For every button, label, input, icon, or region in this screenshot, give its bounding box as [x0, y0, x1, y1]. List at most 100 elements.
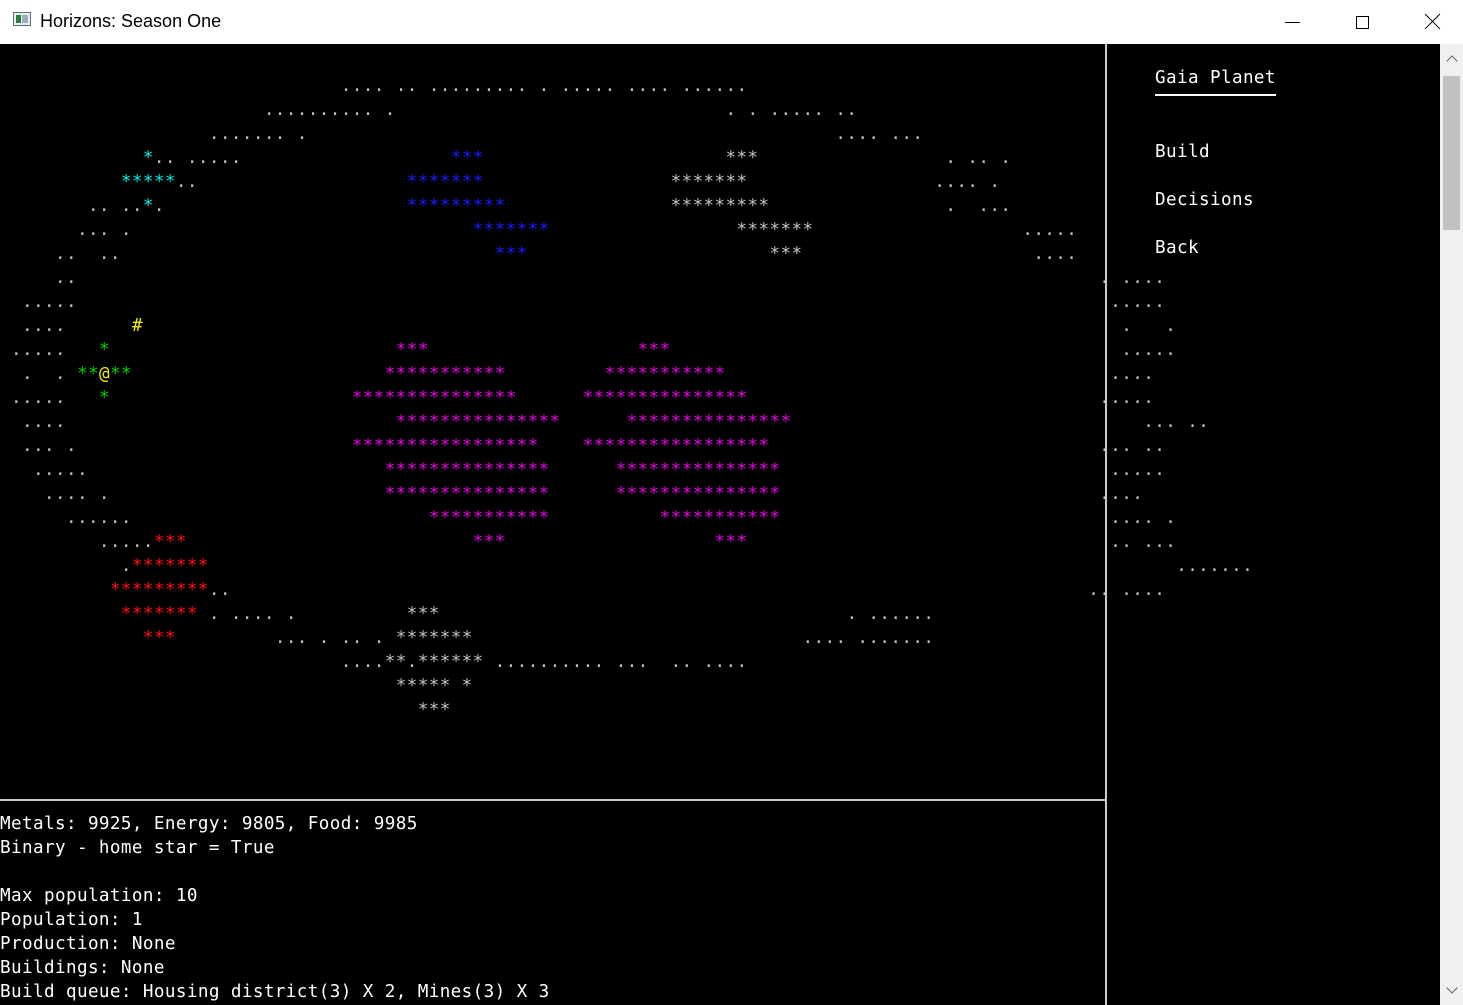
- map-row: ***: [0, 698, 451, 722]
- map-glyph-run: [66, 316, 132, 336]
- map-row: ..... *************** *************** ..…: [0, 458, 1165, 482]
- map-glyph-run: [66, 388, 99, 408]
- close-button[interactable]: [1397, 0, 1463, 44]
- production-line: Production: None: [0, 934, 176, 954]
- map-glyph-run: [517, 388, 583, 408]
- map-glyph-run: ....: [0, 412, 66, 432]
- map-glyph-run: #: [131, 316, 143, 336]
- map-glyph-run: . .. .: [758, 148, 1012, 168]
- map-glyph-run: *********: [109, 580, 209, 600]
- map-row: ..... * *************** *************** …: [0, 386, 1154, 410]
- map-glyph-run: **: [109, 364, 132, 384]
- menu-item-decisions[interactable]: Decisions: [1155, 190, 1254, 210]
- map-glyph-run: [132, 364, 385, 384]
- planet-info-panel: Metals: 9925, Energy: 9805, Food: 9985 B…: [0, 812, 1105, 1004]
- map-glyph-run: .. ....: [230, 580, 1166, 600]
- map-glyph-run: ***: [450, 148, 484, 168]
- buildings-line: Buildings: None: [0, 958, 165, 978]
- map-glyph-run: ***: [153, 532, 187, 552]
- vertical-scrollbar[interactable]: [1440, 44, 1463, 1005]
- map-row: .. . ....: [0, 266, 1165, 290]
- map-glyph-run: ***************: [395, 412, 561, 432]
- game-console: .... .. ......... . ..... .... ...... ..…: [0, 44, 1440, 1005]
- map-glyph-run: ..: [153, 148, 176, 168]
- map-row: ....... . .... ...: [0, 122, 923, 146]
- map-row: ....**.****** .......... ... .. ....: [0, 650, 748, 674]
- map-glyph-run: *******: [120, 604, 198, 624]
- map-glyph-run: . .: [142, 316, 1177, 336]
- max-population-line: Max population: 10: [0, 886, 198, 906]
- map-glyph-run: [165, 196, 407, 216]
- map-glyph-run: ***: [142, 628, 176, 648]
- map-glyph-run: [0, 148, 143, 168]
- map-glyph-run: ***: [714, 532, 748, 552]
- map-glyph-run: .. ...: [747, 532, 1177, 552]
- map-glyph-run: [0, 172, 121, 192]
- map-glyph-run: ***************: [384, 484, 550, 504]
- map-row: .... .. ......... . ..... .... ......: [0, 74, 747, 98]
- map-glyph-run: . .... .: [197, 604, 297, 624]
- close-icon: [1424, 14, 1440, 30]
- map-glyph-run: .....: [175, 148, 451, 168]
- map-glyph-run: .. ..: [0, 244, 121, 264]
- map-glyph-run: ..: [0, 268, 77, 288]
- population-line: Population: 1: [0, 910, 143, 930]
- map-glyph-run: ***************: [615, 460, 781, 480]
- map-glyph-run: ***********: [428, 508, 550, 528]
- map-glyph-run: ***************: [626, 412, 792, 432]
- menu-item-back[interactable]: Back: [1155, 238, 1199, 258]
- map-row: *** ... . .. . ******* .... .......: [0, 626, 934, 650]
- map-glyph-run: [132, 220, 473, 240]
- maximize-button[interactable]: [1327, 0, 1397, 44]
- map-row: *****.. ******* ******* .... .: [0, 170, 1000, 194]
- map-glyph-run: ... .: [0, 436, 77, 456]
- map-glyph-run: **.******: [384, 652, 484, 672]
- map-glyph-run: .: [0, 556, 132, 576]
- map-glyph-run: [484, 148, 726, 168]
- scroll-up-button[interactable]: [1440, 44, 1463, 74]
- map-glyph-run: . .: [0, 364, 66, 384]
- map-glyph-run: *******: [384, 628, 473, 648]
- map-glyph-run: .......: [208, 556, 1254, 576]
- map-glyph-run: [66, 412, 396, 432]
- map-row: ...... *********** *********** .... .: [0, 506, 1176, 530]
- map-glyph-run: [77, 436, 352, 456]
- map-glyph-run: [528, 244, 770, 264]
- map-glyph-run: *: [142, 196, 154, 216]
- map-glyph-run: .....: [0, 340, 66, 360]
- map-glyph-run: [484, 172, 671, 192]
- star-system-map: .... .. ......... . ..... .... ...... ..…: [0, 44, 1253, 799]
- scroll-down-button[interactable]: [1440, 975, 1463, 1005]
- map-menu-divider: [1105, 44, 1107, 1005]
- map-glyph-run: [506, 364, 605, 384]
- map-glyph-run: **: [76, 364, 99, 384]
- minimize-button[interactable]: [1257, 0, 1327, 44]
- map-glyph-run: .....: [0, 388, 66, 408]
- map-glyph-run: .......... . . . ..... ..: [0, 100, 858, 120]
- map-glyph-run: ***********: [604, 364, 726, 384]
- binary-star-line: Binary - home star = True: [0, 838, 275, 858]
- map-glyph-run: [539, 436, 583, 456]
- menu-item-build[interactable]: Build: [1155, 142, 1210, 162]
- map-glyph-run: [198, 172, 407, 192]
- map-glyph-run: .....: [0, 292, 77, 312]
- map-row: ..... * *** *** .....: [0, 338, 1176, 362]
- map-glyph-run: ***********: [659, 508, 781, 528]
- map-glyph-run: ....: [725, 364, 1155, 384]
- map-glyph-run: [297, 604, 407, 624]
- map-glyph-run: [550, 484, 616, 504]
- map-glyph-run: [66, 364, 77, 384]
- map-glyph-run: ....: [802, 244, 1078, 264]
- minimize-icon: [1284, 21, 1300, 23]
- map-glyph-run: .......... ... .. ....: [483, 652, 748, 672]
- map-glyph-run: [506, 196, 671, 216]
- map-glyph-run: ***: [472, 532, 506, 552]
- map-glyph-run: ... . .. .: [175, 628, 385, 648]
- map-glyph-run: ***: [494, 244, 528, 264]
- map-glyph-run: [0, 628, 143, 648]
- scroll-thumb[interactable]: [1443, 76, 1460, 230]
- map-glyph-run: ***: [769, 244, 803, 264]
- map-glyph-run: .... .: [747, 172, 1001, 192]
- map-glyph-run: .....: [747, 388, 1155, 408]
- map-glyph-run: .....: [0, 460, 88, 480]
